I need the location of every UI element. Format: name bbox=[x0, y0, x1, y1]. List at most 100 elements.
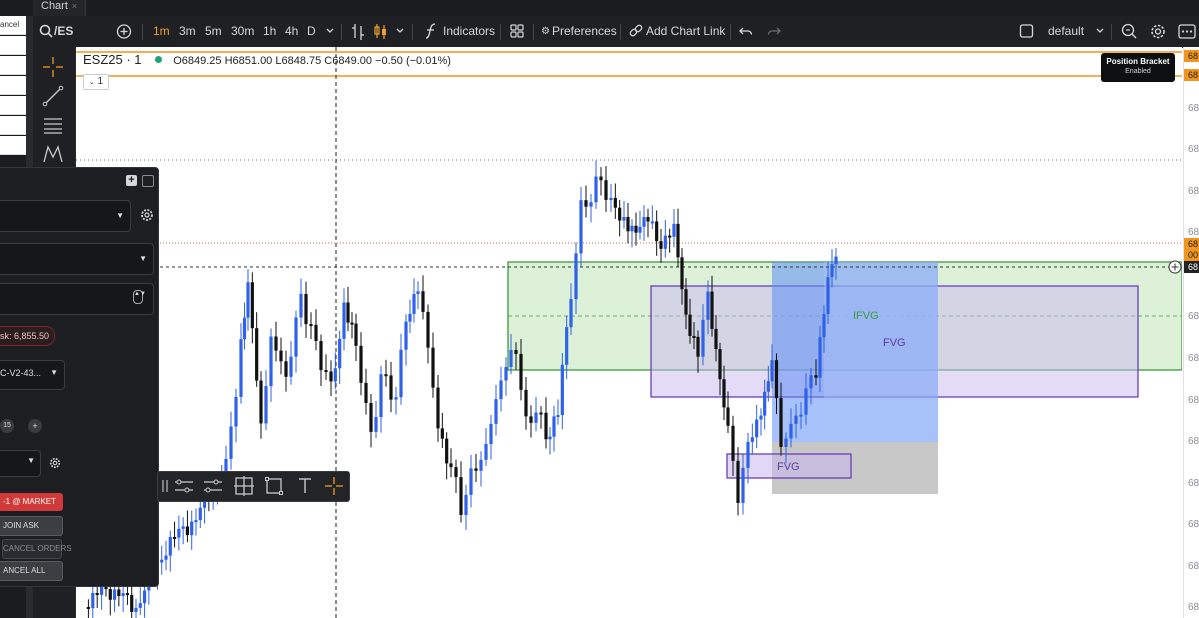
left-strip-cancel-row[interactable]: ancel bbox=[0, 16, 26, 35]
layout-grid-icon[interactable] bbox=[509, 16, 525, 47]
market-sell-button[interactable]: -1 @ MARKET bbox=[0, 493, 63, 511]
pattern-tool-icon[interactable] bbox=[41, 142, 65, 166]
account-text: C-V2-43... bbox=[0, 368, 42, 378]
ohlc-values: O6849.25 H6851.00 L6848.75 C6849.00 −0.5… bbox=[173, 55, 451, 67]
tab-chart[interactable]: Chart × bbox=[33, 0, 87, 16]
indicators-icon[interactable] bbox=[423, 16, 439, 47]
bracket-gear-icon[interactable] bbox=[49, 457, 61, 469]
quantity-input[interactable]: ▲▼ bbox=[0, 283, 154, 315]
candle-body bbox=[489, 423, 493, 444]
price-scale[interactable]: 68 68 68 68 68 68 68 00 68 68 68 68 68 6… bbox=[1183, 47, 1199, 618]
indicators-button[interactable]: Indicators bbox=[443, 16, 495, 47]
account-select-caret-icon: ▼ bbox=[116, 211, 124, 220]
timeframe-30m[interactable]: 30m bbox=[231, 16, 254, 47]
timeframe-1m[interactable]: 1m bbox=[153, 16, 170, 47]
crosshair-icon[interactable] bbox=[41, 55, 65, 79]
add-chart-link-button[interactable]: Add Chart Link bbox=[646, 16, 725, 47]
join-ask-button[interactable]: JOIN ASK bbox=[0, 516, 63, 536]
candle-body bbox=[279, 350, 283, 362]
candle-body bbox=[655, 221, 659, 242]
preferences-dot-icon[interactable]: ⚙ bbox=[541, 16, 550, 47]
candle-body bbox=[314, 324, 318, 341]
cancel-all-button[interactable]: ANCEL ALL bbox=[0, 561, 63, 581]
link-icon[interactable] bbox=[628, 16, 644, 47]
left-strip-row bbox=[0, 76, 26, 95]
quantity-plus-button[interactable]: + bbox=[28, 419, 42, 433]
price-tick: 68 bbox=[1188, 103, 1199, 114]
symbol-label[interactable]: ESZ25 · 1 bbox=[83, 52, 142, 67]
zoom-icon[interactable] bbox=[1120, 16, 1138, 47]
account-gear-icon[interactable] bbox=[140, 208, 154, 222]
interval-badge-label: 1 bbox=[97, 76, 104, 87]
interval-chevron-icon: ⌄ bbox=[88, 79, 95, 86]
timeframe-3m[interactable]: 3m bbox=[179, 16, 196, 47]
redo-icon[interactable] bbox=[767, 16, 781, 47]
fib-lines-icon[interactable] bbox=[41, 113, 65, 137]
candle-body bbox=[731, 425, 735, 461]
account-select[interactable]: ▼ bbox=[0, 200, 131, 232]
symbol-search[interactable]: /ES bbox=[54, 16, 73, 47]
candle-body bbox=[594, 176, 598, 203]
candle-body bbox=[177, 528, 181, 538]
parallel-channel-tool-icon[interactable] bbox=[202, 476, 224, 496]
candle-body bbox=[379, 374, 383, 418]
left-strip-row bbox=[0, 136, 26, 155]
price-badge-countdown: 00 bbox=[1184, 250, 1199, 261]
interval-badge[interactable]: ⌄ 1 bbox=[83, 74, 109, 90]
candle-body bbox=[638, 226, 642, 233]
rectangle-tool-icon[interactable] bbox=[263, 476, 285, 496]
price-chart[interactable]: IFVG FVG FVG bbox=[76, 47, 1182, 618]
order-type-select[interactable]: ▼ bbox=[0, 243, 154, 275]
candle-body bbox=[168, 536, 172, 556]
timeframe-d[interactable]: D bbox=[307, 16, 316, 47]
candle-body bbox=[814, 375, 818, 378]
bracket-select[interactable]: ▼ bbox=[0, 450, 41, 477]
candle-body bbox=[333, 368, 337, 382]
quantity-preset-15[interactable]: 15 bbox=[0, 419, 14, 433]
trend-line-icon[interactable] bbox=[41, 84, 65, 108]
panel-maximize-icon[interactable] bbox=[142, 175, 154, 187]
candle-body bbox=[750, 437, 754, 442]
candle-body bbox=[696, 336, 700, 357]
preferences-button[interactable]: Preferences bbox=[552, 16, 617, 47]
candle-body bbox=[714, 328, 718, 350]
cancel-orders-button[interactable]: CANCEL ORDERS bbox=[2, 539, 72, 559]
tab-close-icon[interactable]: × bbox=[72, 1, 77, 11]
crosshair-tool-icon[interactable] bbox=[323, 476, 345, 496]
timeframe-5m[interactable]: 5m bbox=[205, 16, 222, 47]
bar-type-icon[interactable] bbox=[351, 16, 365, 47]
account-dropdown[interactable]: C-V2-43... ▼ bbox=[0, 360, 65, 390]
candle-type-icon[interactable] bbox=[373, 16, 389, 47]
candle-body bbox=[416, 291, 420, 295]
grid-box-tool-icon[interactable] bbox=[233, 476, 255, 496]
timeframe-4h[interactable]: 4h bbox=[285, 16, 298, 47]
candle-body bbox=[160, 559, 164, 563]
candle-body bbox=[142, 590, 147, 604]
more-options-icon[interactable] bbox=[1177, 16, 1197, 47]
candle-body bbox=[269, 336, 273, 387]
layout-name[interactable]: default bbox=[1048, 16, 1084, 47]
layout-chevron-down-icon[interactable] bbox=[1095, 16, 1105, 47]
candle-body bbox=[359, 345, 363, 383]
search-icon[interactable] bbox=[39, 16, 53, 47]
candle-body bbox=[676, 223, 680, 258]
layout-checkbox[interactable] bbox=[1019, 16, 1035, 47]
position-bracket-tooltip: Position Bracket Enabled bbox=[1101, 53, 1175, 82]
chart-type-chevron-down-icon[interactable] bbox=[395, 16, 405, 47]
add-symbol-icon[interactable] bbox=[116, 16, 132, 47]
price-tick: 68 bbox=[1188, 478, 1199, 489]
horizontal-ray-tool-icon[interactable] bbox=[173, 476, 195, 496]
candle-body bbox=[539, 412, 543, 415]
price-tick: 68 bbox=[1188, 311, 1199, 322]
timeframe-1h[interactable]: 1h bbox=[263, 16, 276, 47]
text-tool-icon[interactable] bbox=[294, 476, 316, 496]
candle-body bbox=[684, 289, 688, 315]
chart-canvas[interactable]: IFVG FVG FVG bbox=[76, 47, 1182, 618]
quantity-stepper-icon[interactable]: ▲▼ bbox=[133, 290, 146, 304]
candle-body bbox=[514, 349, 518, 354]
chart-legend: ESZ25 · 1 O6849.25 H6851.00 L6848.75 C68… bbox=[83, 52, 451, 67]
timeframe-chevron-down-icon[interactable] bbox=[325, 16, 335, 47]
undo-icon[interactable] bbox=[739, 16, 753, 47]
settings-gear-icon[interactable] bbox=[1149, 16, 1167, 47]
panel-add-icon[interactable]: + bbox=[126, 175, 137, 186]
